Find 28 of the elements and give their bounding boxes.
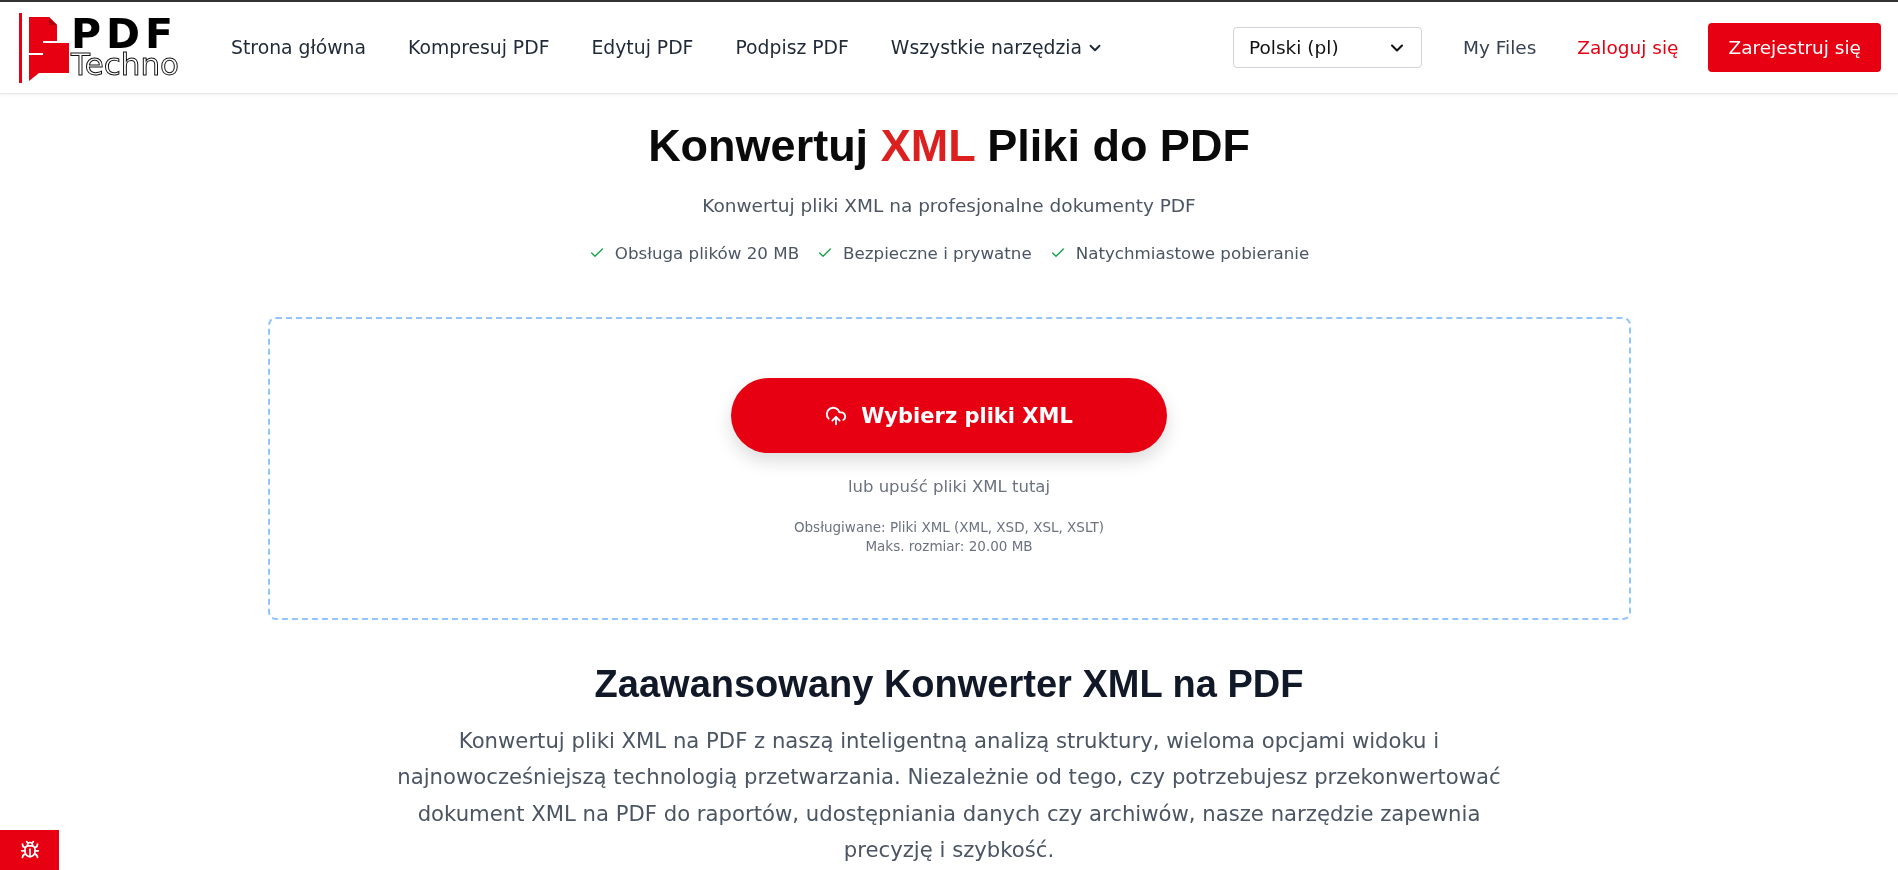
drop-hint: lub upuść pliki XML tutaj [847, 476, 1051, 498]
max-size: Maks. rozmiar: 20.00 MB [865, 537, 1033, 556]
feature-text: Obsługa plików 20 MB [614, 242, 800, 265]
choose-files-button[interactable]: Wybierz pliki XML [731, 378, 1167, 453]
nav-link[interactable]: Strona główna [231, 37, 367, 58]
my-files-link[interactable]: My Files [1462, 37, 1537, 58]
section-heading: Zaawansowany Konwerter XML na PDF [594, 662, 1304, 707]
feature-text: Bezpieczne i prywatne [843, 242, 1032, 265]
nav-link[interactable]: Edytuj PDF [591, 37, 694, 58]
file-drop-zone[interactable]: Wybierz pliki XML lub upuść pliki XML tutaj Obsługiwane: Pliki XML (XML, XSD, XSL, XSLT) Maks. rozmiar: 20.00 MB [267, 317, 1631, 620]
section-paragraph: Konwertuj pliki XML na PDF z naszą inteligentną analizą struktury, wieloma opcjami widoku i najnowocześniejszą technologią przetwarzania. Niezależnie od tego, czy potrzebujesz przekonwertować dokument XML na PDF do raportów, udostępniania danych czy archiwów, nasze narzędzie zapewnia precyzję i szybkość. [396, 727, 1502, 864]
logo-subtitle: Techno [71, 49, 180, 78]
login-link[interactable]: Zaloguj się [1577, 37, 1679, 58]
register-button[interactable]: Zarejestruj się [1708, 23, 1881, 72]
logo-icon [19, 12, 69, 83]
bug-report-button[interactable] [0, 830, 59, 870]
page-title: Konwertuj XML Pliki do PDF [648, 119, 1250, 173]
page-subtitle: Konwertuj pliki XML na profesjonalne dokumenty PDF [702, 194, 1196, 218]
language-select[interactable]: Polski (pl) [1232, 27, 1422, 68]
nav-link[interactable]: Wszystkie narzędzia [890, 37, 1104, 58]
cloud-upload-icon [825, 404, 848, 427]
supported-formats: Obsługiwane: Pliki XML (XML, XSD, XSL, XSLT) [793, 518, 1105, 537]
nav-link[interactable]: Podpisz PDF [735, 37, 849, 58]
nav-link[interactable]: Kompresuj PDF [408, 37, 550, 58]
bug-icon [19, 840, 40, 860]
logo[interactable]: PDF Techno [19, 12, 180, 83]
logo-wordmark: PDF [71, 17, 180, 50]
feature-text: Natychmiastowe pobieranie [1075, 242, 1310, 265]
